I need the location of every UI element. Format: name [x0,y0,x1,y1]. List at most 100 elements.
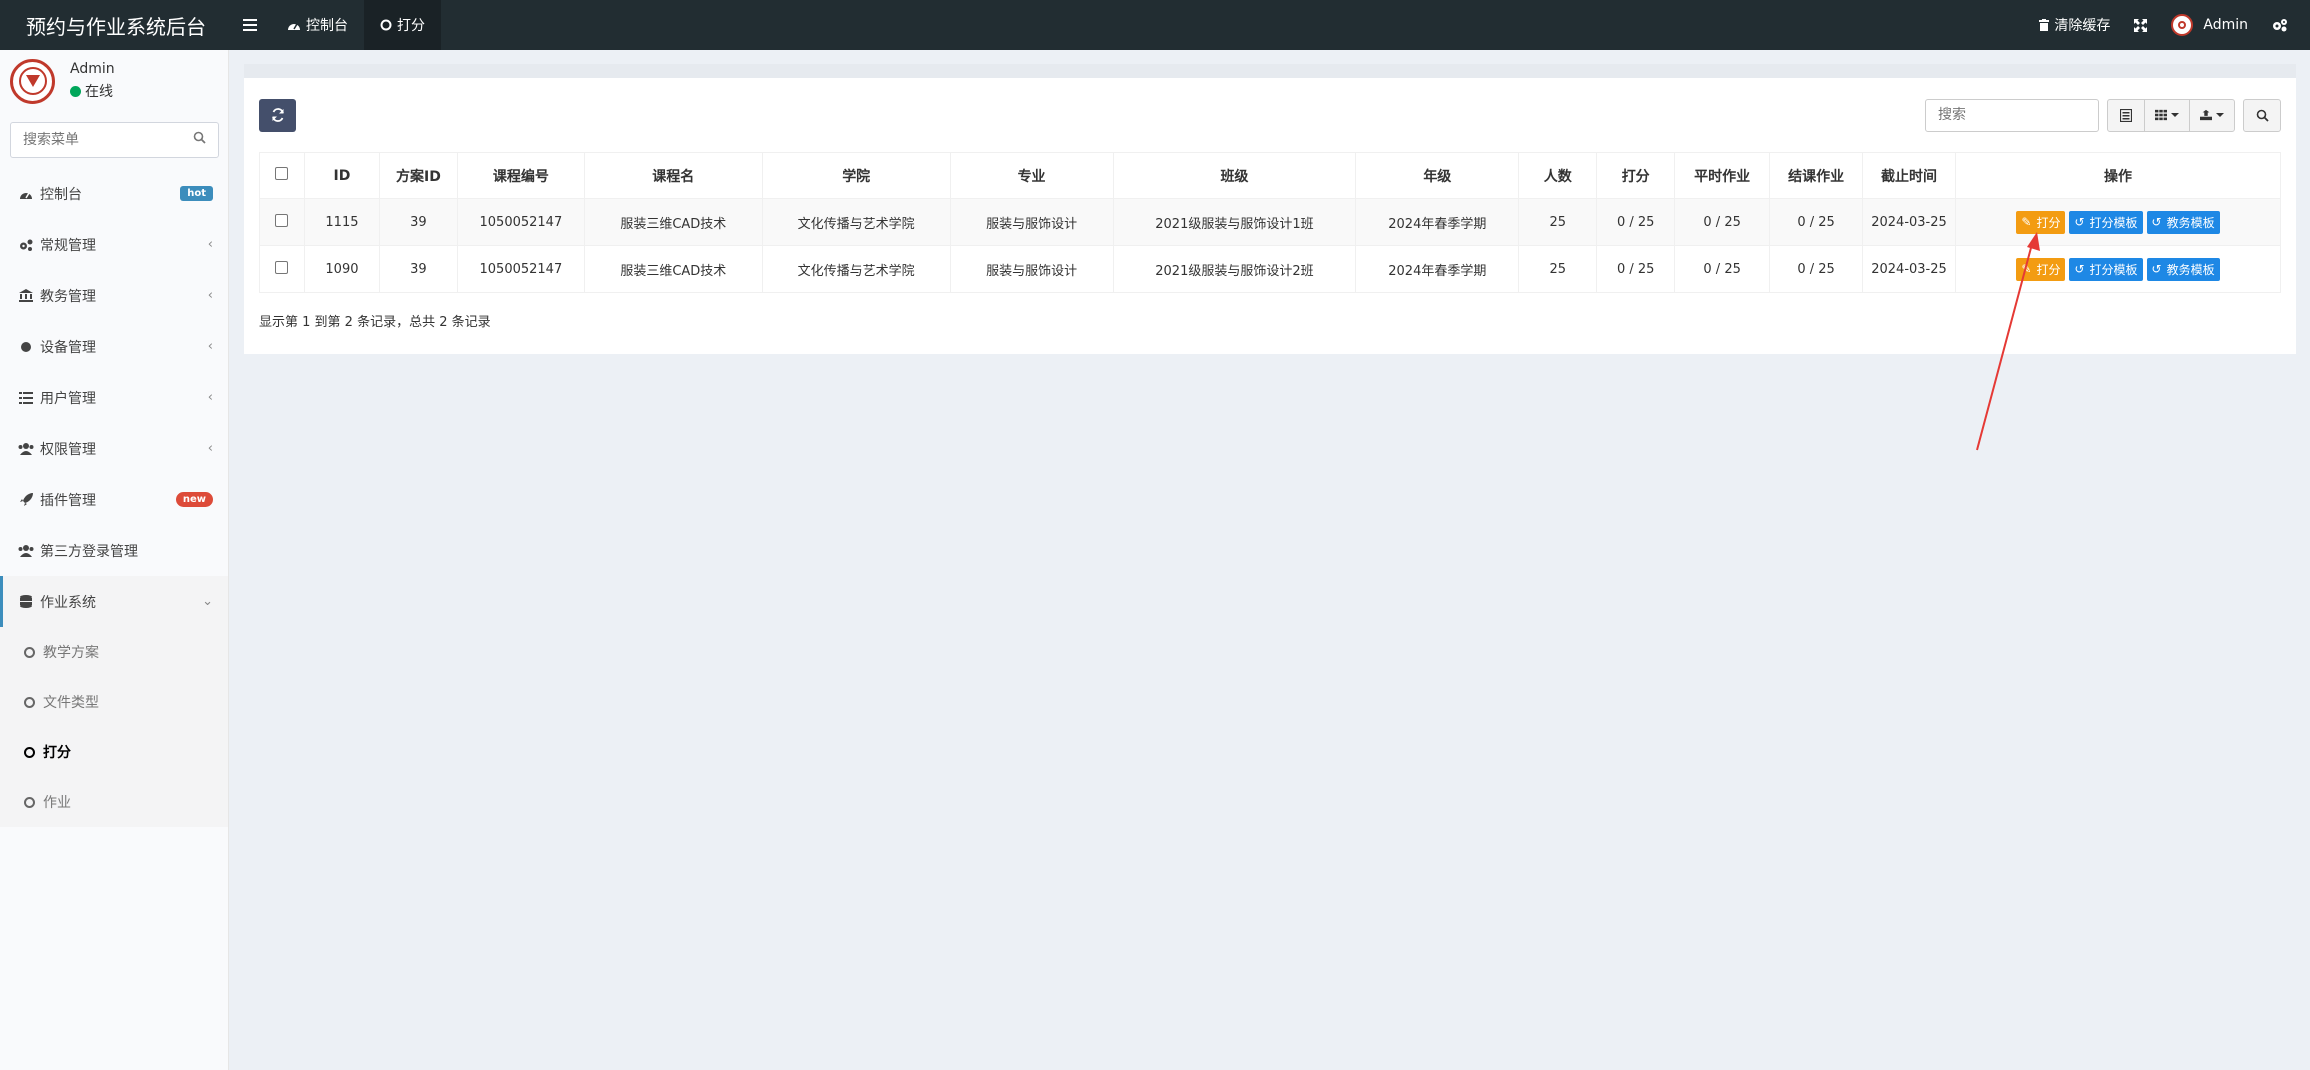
table-cell: 39 [378,245,458,293]
table-row[interactable]: 1115 39 1050052147 服装三维CAD技术 文化传播与艺术学院 服… [259,198,2281,246]
table-cell: 1050052147 [456,245,585,293]
column-header[interactable]: 年级 [1355,152,1520,199]
score-button[interactable]: ✎ 打分 [2016,210,2066,234]
sidebar-item-general[interactable]: 常规管理 ‹ [0,219,228,270]
sidebar-item-users[interactable]: 用户管理 ‹ [0,372,228,423]
export-button[interactable] [2189,98,2235,132]
circle-o-icon [24,646,35,658]
advanced-search-button[interactable] [2243,98,2281,132]
export-icon [2200,109,2212,121]
cogs-icon [16,239,36,251]
user-menu[interactable]: Admin [2159,0,2260,50]
content-panel: ID 方案ID 课程编号 课程名 学院 专业 班级 年级 人数 打分 平时作业 … [244,78,2296,354]
sidebar-item-academic[interactable]: 教务管理 ‹ [0,270,228,321]
user-panel: Admin 在线 [0,50,228,112]
table-cell: 0 / 25 [1596,245,1676,293]
columns-toggle-icon [2120,108,2132,122]
academic-template-button[interactable]: ↺ 教务模板 [2146,210,2220,234]
sidebar-item-label: 权限管理 [40,441,96,458]
pencil-icon: ✎ [2021,262,2032,276]
column-header[interactable]: 课程编号 [456,152,585,199]
sidebar-item-third-party-login[interactable]: 第三方登录管理 [0,525,228,576]
table-row[interactable]: 1090 39 1050052147 服装三维CAD技术 文化传播与艺术学院 服… [259,245,2281,293]
grid-icon [2155,109,2167,121]
refresh-button[interactable] [259,98,296,132]
column-header[interactable]: 班级 [1112,152,1357,199]
user-menu-name: Admin [2203,17,2248,33]
column-header[interactable]: ID [303,152,380,199]
column-header[interactable]: 专业 [949,152,1114,199]
status-text: 在线 [85,84,113,100]
table-cell: 服装三维CAD技术 [583,198,763,246]
toolbar-right [1925,98,2281,132]
select-all-checkbox[interactable] [275,167,289,180]
sidebar-item-devices[interactable]: 设备管理 ‹ [0,321,228,372]
column-header[interactable]: 学院 [761,152,951,199]
sidebar-subitem-label: 文件类型 [43,695,99,711]
users-icon [16,544,36,557]
settings-button[interactable] [2260,0,2300,50]
score-button[interactable]: ✎ 打分 [2016,257,2066,281]
tab-scoring-label: 打分 [397,18,425,34]
column-header[interactable]: 平时作业 [1674,152,1771,199]
table-toolbar [259,78,2281,152]
sidebar-subitem-file-types[interactable]: 文件类型 [0,677,228,727]
row-checkbox[interactable] [275,213,289,227]
sidebar-item-homework-system[interactable]: 作业系统 ⌄ [0,576,228,627]
column-header[interactable]: 结课作业 [1769,152,1864,199]
score-template-button[interactable]: ↺ 打分模板 [2069,257,2143,281]
sidebar-subitem-homework[interactable]: 作业 [0,777,228,827]
bank-icon [16,289,36,302]
table-cell: 0 / 25 [1769,198,1864,246]
sidebar-subitem-teaching-plan[interactable]: 教学方案 [0,627,228,677]
clear-cache-button[interactable]: 清除缓存 [2027,0,2122,50]
refresh-icon [271,108,284,122]
select-all-cell [259,152,305,199]
column-header[interactable]: 打分 [1596,152,1676,199]
sidebar-item-plugins[interactable]: 插件管理 new [0,474,228,525]
circle-o-icon [380,19,392,31]
table-cell: 1050052147 [456,198,585,246]
table-search-input[interactable] [1925,98,2099,132]
toggle-view-button[interactable] [2107,98,2145,132]
row-select-cell [259,198,305,246]
caret-down-icon [2171,113,2179,117]
sidebar-item-dashboard[interactable]: 控制台 hot [0,168,228,219]
sidebar-toggle-button[interactable] [229,0,271,50]
table-cell: 0 / 25 [1674,198,1771,246]
sidebar-item-label: 插件管理 [40,492,96,509]
menu-search-input[interactable] [10,122,219,158]
table-cell: 文化传播与艺术学院 [761,245,951,293]
sidebar-item-permissions[interactable]: 权限管理 ‹ [0,423,228,474]
column-header[interactable]: 截止时间 [1862,152,1956,199]
chevron-left-icon: ‹ [207,339,213,354]
columns-button[interactable] [2144,98,2190,132]
sidebar-subitem-label: 教学方案 [43,645,99,661]
academic-template-label: 教务模板 [2166,262,2215,277]
score-template-label: 打分模板 [2089,215,2138,230]
fullscreen-button[interactable] [2122,0,2159,50]
undo-icon: ↺ [2074,215,2085,229]
hot-badge: hot [180,186,213,201]
undo-icon: ↺ [2074,262,2085,276]
sidebar-subitem-label: 打分 [43,745,71,761]
academic-template-button[interactable]: ↺ 教务模板 [2146,257,2220,281]
column-header[interactable]: 课程名 [583,152,763,199]
sidebar-item-label: 作业系统 [40,594,96,611]
sidebar-subitem-scoring[interactable]: 打分 [0,727,228,777]
online-dot-icon [70,85,81,97]
table-cell: 2024-03-25 [1862,198,1956,246]
table-cell: 39 [378,198,458,246]
hamburger-icon [243,19,257,31]
table-options-group [2107,98,2235,132]
row-checkbox[interactable] [275,260,289,274]
column-header[interactable]: 人数 [1518,152,1598,199]
table-cell: 25 [1518,245,1598,293]
tab-scoring[interactable]: 打分 [364,0,441,50]
table-cell: 0 / 25 [1674,245,1771,293]
column-header[interactable]: 方案ID [378,152,458,199]
tab-dashboard[interactable]: 控制台 [271,0,364,50]
search-icon[interactable] [193,131,206,148]
app-title[interactable]: 预约与作业系统后台 [0,0,229,50]
score-template-button[interactable]: ↺ 打分模板 [2069,210,2143,234]
